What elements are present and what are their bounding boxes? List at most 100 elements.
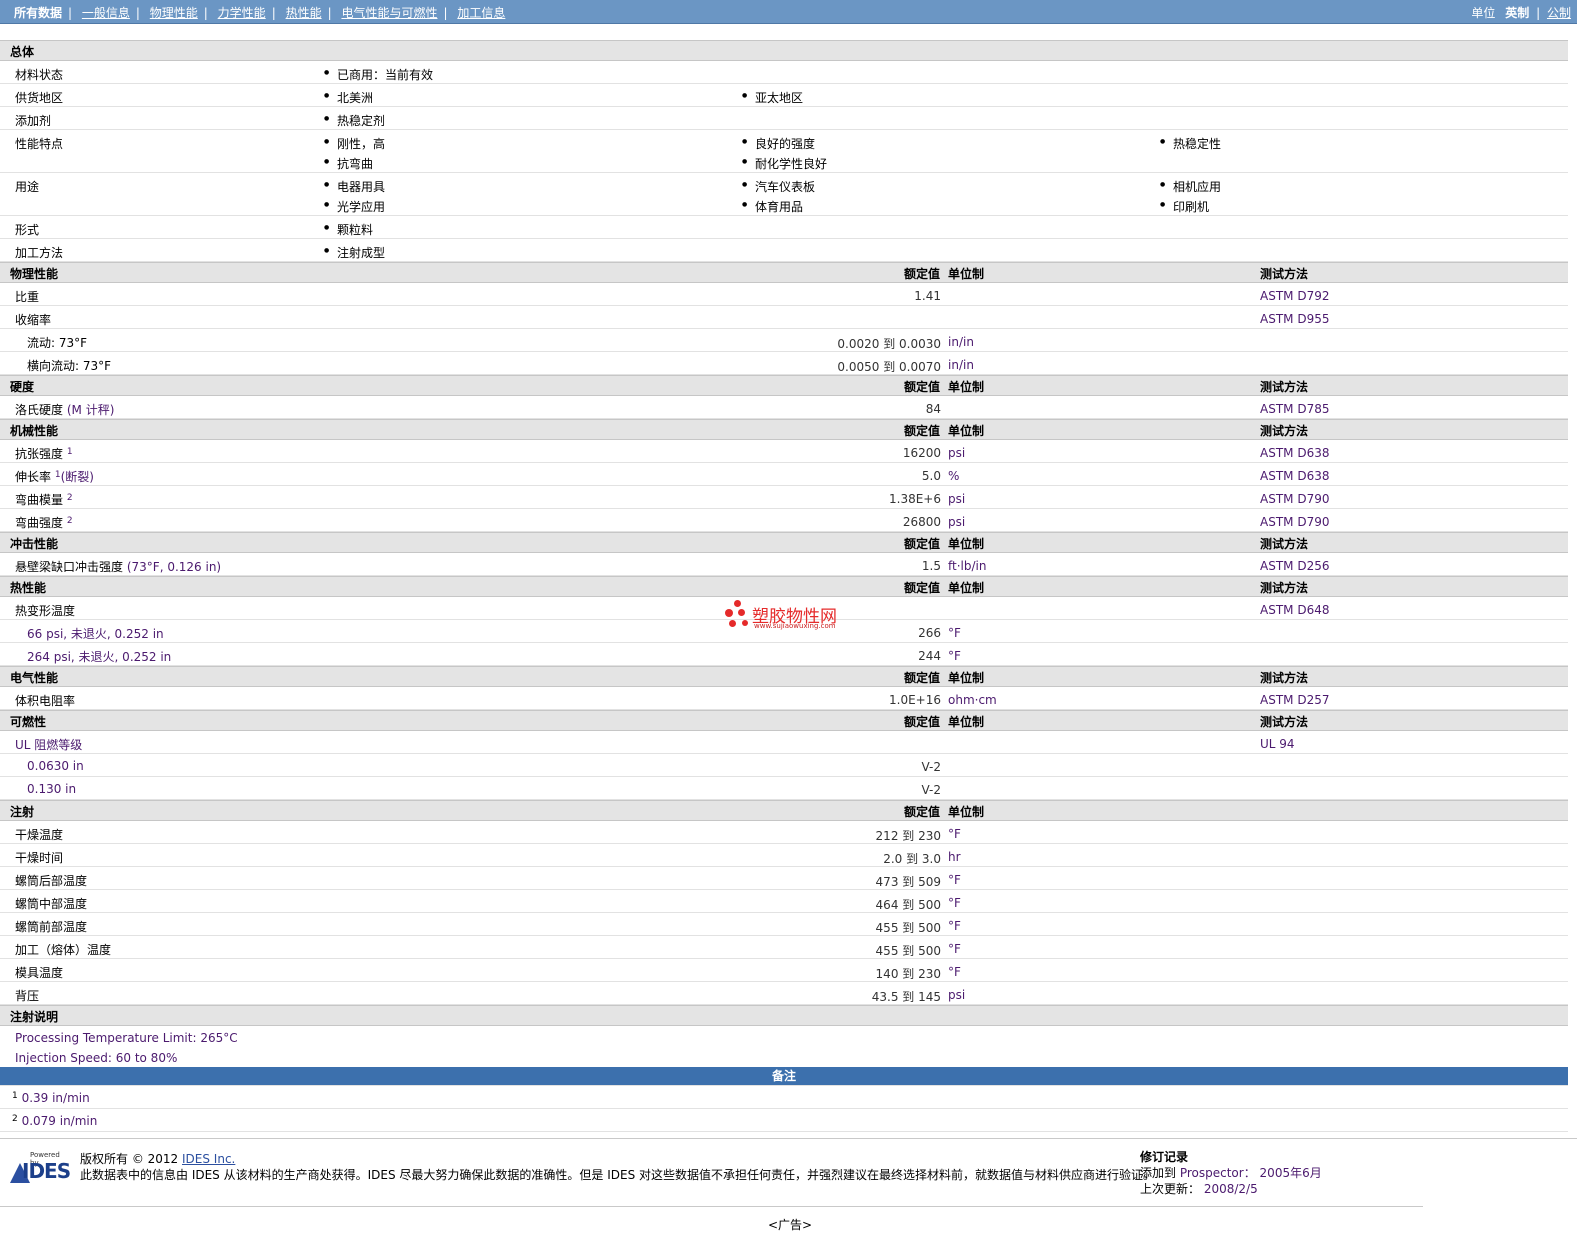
bullet-item: 抗弯曲 xyxy=(324,155,373,172)
row-unit: °F xyxy=(948,965,961,979)
row-test: ASTM D955 xyxy=(1260,312,1330,326)
row-label: 螺筒前部温度 xyxy=(15,920,88,934)
row-unit: hr xyxy=(948,850,961,864)
table-row: 弯曲模量 2 1.38E+6 psi ASTM D790 xyxy=(0,486,1568,509)
col-header-unit: 单位制 xyxy=(948,424,985,438)
bullet-item: 已商用：当前有效 xyxy=(324,66,433,83)
watermark-dot xyxy=(742,620,748,626)
footer: Powered by IDES 版权所有 © 2012 IDES Inc. 此数… xyxy=(0,1138,1577,1209)
row-value: 0.0020 到 0.0030 xyxy=(837,337,941,351)
col-header-test: 测试方法 xyxy=(1260,671,1309,685)
section-title: 冲击性能 xyxy=(10,537,59,551)
table-row: 背压 43.5 到 145 psi xyxy=(0,982,1568,1005)
col-header-value: 额定值 xyxy=(903,267,940,281)
row-value: V-2 xyxy=(921,783,941,797)
nav-processing[interactable]: 加工信息 xyxy=(457,6,505,20)
table-row: 体积电阻率 1.0E+16 ohm·cm ASTM D257 xyxy=(0,687,1568,710)
general-row-form: 形式 颗粒料 xyxy=(0,216,1568,239)
table-row: 模具温度 140 到 230 °F xyxy=(0,959,1568,982)
row-test: UL 94 xyxy=(1260,737,1295,751)
bullet-item: 体育用品 xyxy=(742,198,803,215)
table-row: 干燥时间 2.0 到 3.0 hr xyxy=(0,844,1568,867)
row-value: 84 xyxy=(925,402,941,416)
row-unit: in/in xyxy=(948,358,974,372)
updated-date: 2008/2/5 xyxy=(1203,1182,1258,1196)
section-title: 热性能 xyxy=(10,581,47,595)
row-unit: °F xyxy=(948,649,961,663)
row-unit: ohm·cm xyxy=(948,693,997,707)
col-header-test: 测试方法 xyxy=(1260,267,1309,281)
row-label: 0.130 in xyxy=(27,782,77,796)
row-unit: in/in xyxy=(948,335,974,349)
row-label: 加工（熔体）温度 xyxy=(15,943,112,957)
row-value: 16200 xyxy=(902,446,941,460)
row-label-condition: (M 计秤) xyxy=(66,403,115,417)
nav-all-data[interactable]: 所有数据 xyxy=(14,6,62,20)
footnote-ref: 2 xyxy=(66,493,73,503)
section-impact-header: 冲击性能 额定值 单位制 测试方法 xyxy=(0,532,1568,553)
general-row-process-method: 加工方法 注射成型 xyxy=(0,239,1568,262)
row-test: ASTM D790 xyxy=(1260,492,1330,506)
row-test: ASTM D792 xyxy=(1260,289,1330,303)
table-row: 干燥温度 212 到 230 °F xyxy=(0,821,1568,844)
row-label: 洛氏硬度 (M 计秤) xyxy=(15,401,114,418)
ides-logo[interactable]: Powered by IDES xyxy=(8,1151,71,1187)
unit-metric-link[interactable]: 公制 xyxy=(1547,6,1571,20)
nav-general-info[interactable]: 一般信息 xyxy=(82,6,130,20)
section-title: 注射 xyxy=(10,805,35,819)
row-unit: °F xyxy=(948,626,961,640)
row-label-text: 弯曲模量 xyxy=(15,493,64,507)
row-value: 266 xyxy=(918,626,941,640)
row-label: 背压 xyxy=(15,989,40,1003)
row-label: 弯曲强度 2 xyxy=(15,514,73,531)
disclaimer: 此数据表中的信息由 IDES 从该材料的生产商处获得。IDES 尽最大努力确保此… xyxy=(80,1168,1156,1182)
table-row: 螺筒前部温度 455 到 500 °F xyxy=(0,913,1568,936)
row-value: 1.5 xyxy=(921,559,941,573)
section-thermal-header: 热性能 额定值 单位制 测试方法 xyxy=(0,576,1568,597)
nav-mechanical[interactable]: 力学性能 xyxy=(218,6,266,20)
row-value: 455 到 500 xyxy=(875,921,941,935)
table-row: UL 阻燃等级 UL 94 xyxy=(0,731,1568,754)
general-row-features: 性能特点 刚性，高 良好的强度 热稳定性 抗弯曲 耐化学性良好 xyxy=(0,130,1568,173)
nav-thermal[interactable]: 热性能 xyxy=(286,6,322,20)
row-label: 0.0630 in xyxy=(27,759,84,773)
row-label: 伸长率 1(断裂) xyxy=(15,468,94,485)
units-label: 单位 xyxy=(1471,6,1496,20)
nav-physical[interactable]: 物理性能 xyxy=(150,6,198,20)
bullet-item: 刚性，高 xyxy=(324,135,385,152)
row-label: 螺筒后部温度 xyxy=(15,874,88,888)
table-row: 比重 1.41 ASTM D792 xyxy=(0,283,1568,306)
row-value: 1.38E+6 xyxy=(889,492,941,506)
section-title: 硬度 xyxy=(10,380,35,394)
row-value: 140 到 230 xyxy=(875,967,941,981)
section-injection-header: 注射 额定值 单位制 xyxy=(0,800,1568,821)
watermark-dot xyxy=(734,600,741,607)
row-value: 464 到 500 xyxy=(875,898,941,912)
col-header-test: 测试方法 xyxy=(1260,715,1309,729)
section-nav: 所有数据 | 一般信息 | 物理性能 | 力学性能 | 热性能 | 电气性能与可燃性 | 加… xyxy=(14,6,506,20)
row-unit: % xyxy=(948,469,960,483)
footer-divider xyxy=(0,1206,1423,1207)
unit-english: 英制 xyxy=(1505,6,1530,20)
footnote-row: 1 0.39 in/min xyxy=(0,1086,1568,1109)
bullet-item: 北美洲 xyxy=(324,89,373,106)
bullet-item: 电器用具 xyxy=(324,178,385,195)
added-source: Prospector： xyxy=(1179,1166,1256,1180)
row-value: 1.0E+16 xyxy=(889,693,941,707)
nav-electrical-flammability[interactable]: 电气性能与可燃性 xyxy=(341,6,437,20)
row-label-condition: (断裂) xyxy=(60,470,94,484)
bullet-item: 亚太地区 xyxy=(742,89,803,106)
section-title: 电气性能 xyxy=(10,671,59,685)
row-test: ASTM D638 xyxy=(1260,446,1330,460)
row-label: 螺筒中部温度 xyxy=(15,897,88,911)
ides-inc-link[interactable]: IDES Inc. xyxy=(182,1152,235,1166)
watermark-url: www.sujiaowuxing.com xyxy=(754,622,836,630)
bullet-item: 汽车仪表板 xyxy=(742,178,815,195)
section-general-header: 总体 xyxy=(0,40,1568,61)
bullet-item: 颗粒料 xyxy=(324,221,373,238)
row-label-text: 洛氏硬度 xyxy=(15,403,64,417)
table-row: 弯曲强度 2 26800 psi ASTM D790 xyxy=(0,509,1568,532)
section-title: 可燃性 xyxy=(10,715,47,729)
row-label-text: 抗张强度 xyxy=(15,447,64,461)
section-injection-notes-header: 注射说明 xyxy=(0,1005,1568,1026)
